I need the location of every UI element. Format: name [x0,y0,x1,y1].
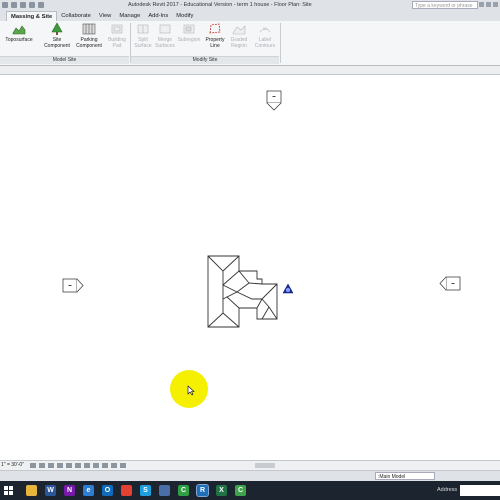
open-icon[interactable] [2,2,8,8]
print-icon[interactable] [38,2,44,8]
tab-modify[interactable]: Modify [172,11,197,21]
view-control-icons [30,463,126,468]
elevation-marker-north[interactable] [266,90,282,112]
window-title: Autodesk Revit 2017 - Educational Versio… [128,2,312,8]
analytical-model-icon[interactable] [111,463,117,468]
redo-icon[interactable] [29,2,35,8]
mouse-cursor-icon [187,385,195,396]
toposurface-button[interactable]: Toposurface [4,22,34,43]
window-controls [479,2,498,7]
parking-icon [82,23,96,35]
site-component-button[interactable]: Site Component [42,22,72,49]
toposurface-label: Toposurface [5,37,33,43]
tab-massing-site[interactable]: Massing & Site [6,11,58,21]
elevation-marker-east[interactable] [438,276,462,292]
revit-icon[interactable]: R [196,484,209,497]
shadows-icon[interactable] [57,463,63,468]
property-line-icon [209,23,221,34]
toposurface-icon [12,25,26,35]
drawing-canvas[interactable] [0,75,500,457]
view-scale[interactable]: 1" = 30'-0" [1,462,24,468]
ribbon: Toposurface Site Component Parking Compo… [0,21,500,66]
building-pad-icon [111,24,123,34]
tab-collaborate[interactable]: Collaborate [57,11,95,21]
edge-icon[interactable]: e [83,485,94,496]
parking-component-label-2: Component [76,43,102,49]
subregion-icon [183,24,195,34]
search-input[interactable]: Type a keyword or phrase [412,1,478,9]
excel-icon[interactable]: X [216,485,227,496]
house-roof-plan[interactable] [207,255,279,329]
parking-component-button[interactable]: Parking Component [74,22,104,49]
mail-icon[interactable] [159,485,170,496]
tree-icon [51,22,63,35]
label-contours-label-2: Contours [254,43,276,49]
reveal-hidden-icon[interactable] [93,463,99,468]
label-contours-button[interactable]: 50 Label Contours [250,22,280,49]
panel-divider [280,23,281,63]
modify-site-label: Modify Site [192,57,218,63]
address-label: Address [437,487,458,493]
horizontal-scrollbar[interactable] [255,463,275,468]
model-site-label: Model Site [52,57,77,63]
save-icon[interactable] [11,2,17,8]
view-control-bar: 1" = 30'-0" [0,460,500,470]
status-bar: :Main Model [0,470,500,481]
file-explorer-icon[interactable] [26,485,37,496]
windows-start-icon[interactable] [4,486,13,495]
modify-site-panel-label: Modify Site [131,56,279,64]
merge-surfaces-label-2: Surfaces [155,43,175,49]
active-model-select[interactable]: :Main Model [375,472,435,480]
model-site-panel-label[interactable]: Model Site [0,56,129,64]
word-icon[interactable]: W [45,485,56,496]
merge-surfaces-icon [159,24,171,34]
sun-path-icon[interactable] [48,463,54,468]
camtasia-icon[interactable]: C [178,485,189,496]
taskbar: WNeOSCRXC Address [0,481,500,500]
maximize-icon[interactable] [486,2,491,7]
label-contours-icon: 50 [259,26,271,33]
tab-manage[interactable]: Manage [115,11,144,21]
svg-text:50: 50 [263,26,268,31]
camtasia-recorder-icon[interactable]: C [235,485,246,496]
close-icon[interactable] [493,2,498,7]
skype-icon[interactable]: S [140,485,151,496]
tab-add-ins[interactable]: Add-Ins [144,11,172,21]
minimize-icon[interactable] [479,2,484,7]
onenote-icon[interactable]: N [64,485,75,496]
ribbon-tabs: Massing & Site Collaborate View Manage A… [0,11,500,21]
outlook-icon[interactable]: O [102,485,113,496]
split-surface-icon [137,24,149,34]
temporary-hide-icon[interactable] [84,463,90,468]
undo-icon[interactable] [20,2,26,8]
graded-region-icon [232,25,246,35]
elevation-marker-west[interactable] [62,278,86,294]
site-component-label-2: Component [44,43,70,49]
chrome-icon[interactable] [121,485,132,496]
quick-access-toolbar [2,2,44,8]
crop-view-icon[interactable] [66,463,72,468]
worksharing-icon[interactable] [102,463,108,468]
highlight-displacement-icon[interactable] [120,463,126,468]
visual-style-icon[interactable] [39,463,45,468]
options-bar [0,66,500,75]
survey-point-icon[interactable] [282,283,294,295]
detail-level-icon[interactable] [30,463,36,468]
address-input[interactable] [460,485,500,496]
show-crop-region-icon[interactable] [75,463,81,468]
tab-view[interactable]: View [95,11,115,21]
